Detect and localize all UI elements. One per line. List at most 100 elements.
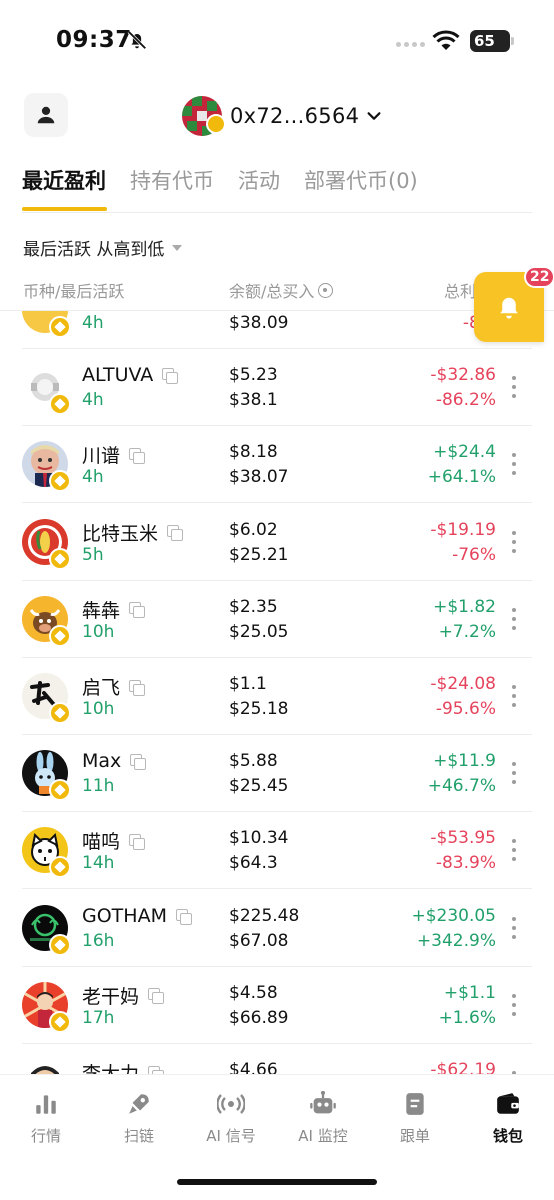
token-name[interactable]: 喵呜 xyxy=(82,827,146,854)
nav-item-document[interactable]: 跟单 xyxy=(369,1089,461,1146)
tab-holdings[interactable]: 持有代币 xyxy=(130,165,214,195)
nav-item-broadcast[interactable]: AI 信号 xyxy=(185,1089,277,1146)
copy-icon[interactable] xyxy=(129,833,146,850)
sort-dropdown[interactable]: 最后活跃 从高到低 xyxy=(23,235,183,260)
bnb-chain-icon xyxy=(49,624,71,647)
info-icon[interactable] xyxy=(318,282,334,298)
more-options-icon[interactable] xyxy=(510,376,518,399)
status-bar: 09:37 65 xyxy=(0,0,554,84)
notification-count-badge: 22 xyxy=(524,266,554,288)
pnl-usd: +$1.82 xyxy=(433,596,496,617)
tab-deployed-tokens[interactable]: 部署代币(0) xyxy=(304,165,418,195)
copy-icon[interactable] xyxy=(129,447,146,464)
more-options-icon[interactable] xyxy=(510,839,518,862)
nav-label: 钱包 xyxy=(492,1127,523,1145)
total-bought: $38.07 xyxy=(229,467,289,488)
more-options-icon[interactable] xyxy=(510,993,518,1016)
wallet-icon xyxy=(493,1089,523,1119)
column-header-pnl: 总利 xyxy=(444,282,477,301)
pnl-percent: +46.7% xyxy=(427,776,496,797)
token-name[interactable]: Max xyxy=(82,750,147,772)
token-row[interactable]: 喵呜 14h $10.34 $64.3 -$53.95 -83.9% xyxy=(0,812,554,890)
token-list[interactable]: 4h$38.09-86.ALTUVA4h$5.23$38.1-$32.86-86… xyxy=(0,310,554,1074)
total-bought: $38.09 xyxy=(229,313,289,333)
nav-item-chart-bars[interactable]: 行情 xyxy=(0,1089,92,1146)
home-indicator xyxy=(177,1179,377,1185)
token-name[interactable]: 启飞 xyxy=(82,673,146,700)
token-name[interactable]: 川谱 xyxy=(82,441,146,468)
copy-icon[interactable] xyxy=(167,525,184,542)
more-options-icon[interactable] xyxy=(510,453,518,476)
column-header-balance-label: 余额/总买入 xyxy=(229,282,315,301)
copy-icon[interactable] xyxy=(130,754,147,771)
pnl-usd: +$11.9 xyxy=(433,751,496,772)
tab-active-indicator xyxy=(22,207,107,211)
copy-icon[interactable] xyxy=(175,908,192,925)
token-row[interactable]: 老干妈 17h $4.58 $66.89 +$1.1 +1.6% xyxy=(0,967,554,1044)
token-row[interactable]: 川谱 4h $8.18 $38.07 +$24.4 +64.1% xyxy=(0,426,554,504)
token-name[interactable]: GOTHAM xyxy=(82,905,192,927)
total-bought: $25.18 xyxy=(229,699,289,719)
token-name[interactable]: 比特玉米 xyxy=(82,519,184,546)
token-row[interactable]: 4h$38.09-86. xyxy=(0,310,554,349)
more-options-icon[interactable] xyxy=(510,530,518,553)
more-options-icon[interactable] xyxy=(510,916,518,939)
bnb-chain-icon xyxy=(49,316,71,338)
pnl-usd: -$32.86 xyxy=(430,365,496,386)
pnl-percent: -76% xyxy=(452,544,496,565)
status-time: 09:37 xyxy=(56,27,132,53)
bnb-chain-icon xyxy=(49,702,71,724)
token-name[interactable]: ALTUVA xyxy=(82,364,179,386)
broadcast-icon xyxy=(216,1089,246,1119)
copy-icon[interactable] xyxy=(129,679,146,696)
user-icon xyxy=(37,106,55,124)
copy-icon[interactable] xyxy=(148,1065,165,1074)
bnb-chain-icon xyxy=(49,779,71,802)
last-active-time: 4h xyxy=(82,467,104,488)
profile-button[interactable] xyxy=(24,93,68,137)
total-bought: $67.08 xyxy=(229,930,289,951)
list-top-divider xyxy=(0,310,554,311)
last-active-time: 17h xyxy=(82,1007,115,1028)
token-name-label: 李大力 xyxy=(82,1063,140,1074)
token-row[interactable]: ALTUVA 4h $5.23 $38.1 -$32.86 -86.2% xyxy=(0,349,554,427)
token-row[interactable]: Max 11h $5.88 $25.45 +$11.9 +46.7% xyxy=(0,735,554,813)
more-options-icon[interactable] xyxy=(510,762,518,785)
token-row[interactable]: 李大力 $4.66 -$62.19 xyxy=(0,1044,554,1074)
rocket-icon xyxy=(124,1089,154,1119)
token-row[interactable]: 犇犇 10h $2.35 $25.05 +$1.82 +7.2% xyxy=(0,581,554,658)
token-balance: $5.88 xyxy=(229,751,278,772)
last-active-time: 10h xyxy=(82,699,115,719)
nav-item-robot[interactable]: AI 监控 xyxy=(277,1089,369,1146)
nav-label: 跟单 xyxy=(399,1127,430,1145)
tab-activity[interactable]: 活动 xyxy=(238,165,280,195)
nav-item-wallet[interactable]: 钱包 xyxy=(462,1089,554,1146)
token-row[interactable]: GOTHAM 16h $225.48 $67.08 +$230.05 +342.9% xyxy=(0,890,554,967)
token-row[interactable]: 启飞 10h $1.1 $25.18 -$24.08 -95.6% xyxy=(0,658,554,735)
bnb-chain-icon xyxy=(49,470,71,493)
bell-icon xyxy=(500,297,518,319)
token-balance: $10.34 xyxy=(229,828,289,849)
token-row[interactable]: 比特玉米 5h $6.02 $25.21 -$19.19 -76% xyxy=(0,504,554,581)
tab-recent-profit[interactable]: 最近盈利 xyxy=(22,165,106,195)
token-name[interactable]: 犇犇 xyxy=(82,596,146,623)
pnl-percent: -95.6% xyxy=(435,699,496,719)
last-active-time: 16h xyxy=(82,930,115,951)
copy-icon[interactable] xyxy=(129,602,146,619)
pnl-percent: -83.9% xyxy=(435,853,496,874)
token-name[interactable]: 老干妈 xyxy=(82,982,165,1009)
token-name[interactable]: 李大力 xyxy=(82,1059,165,1074)
wifi-icon xyxy=(432,30,460,50)
more-options-icon[interactable] xyxy=(510,607,518,630)
bnb-chain-icon xyxy=(49,393,71,416)
nav-item-rocket[interactable]: 扫链 xyxy=(93,1089,185,1146)
nav-label: AI 信号 xyxy=(206,1127,256,1145)
last-active-time: 4h xyxy=(82,313,104,333)
copy-icon[interactable] xyxy=(162,368,179,385)
pnl-usd: -$53.95 xyxy=(430,828,496,849)
last-active-time: 11h xyxy=(82,776,115,797)
pnl-percent: -86.2% xyxy=(435,390,496,411)
last-active-time: 10h xyxy=(82,621,115,642)
copy-icon[interactable] xyxy=(148,988,165,1005)
more-options-icon[interactable] xyxy=(510,685,518,707)
